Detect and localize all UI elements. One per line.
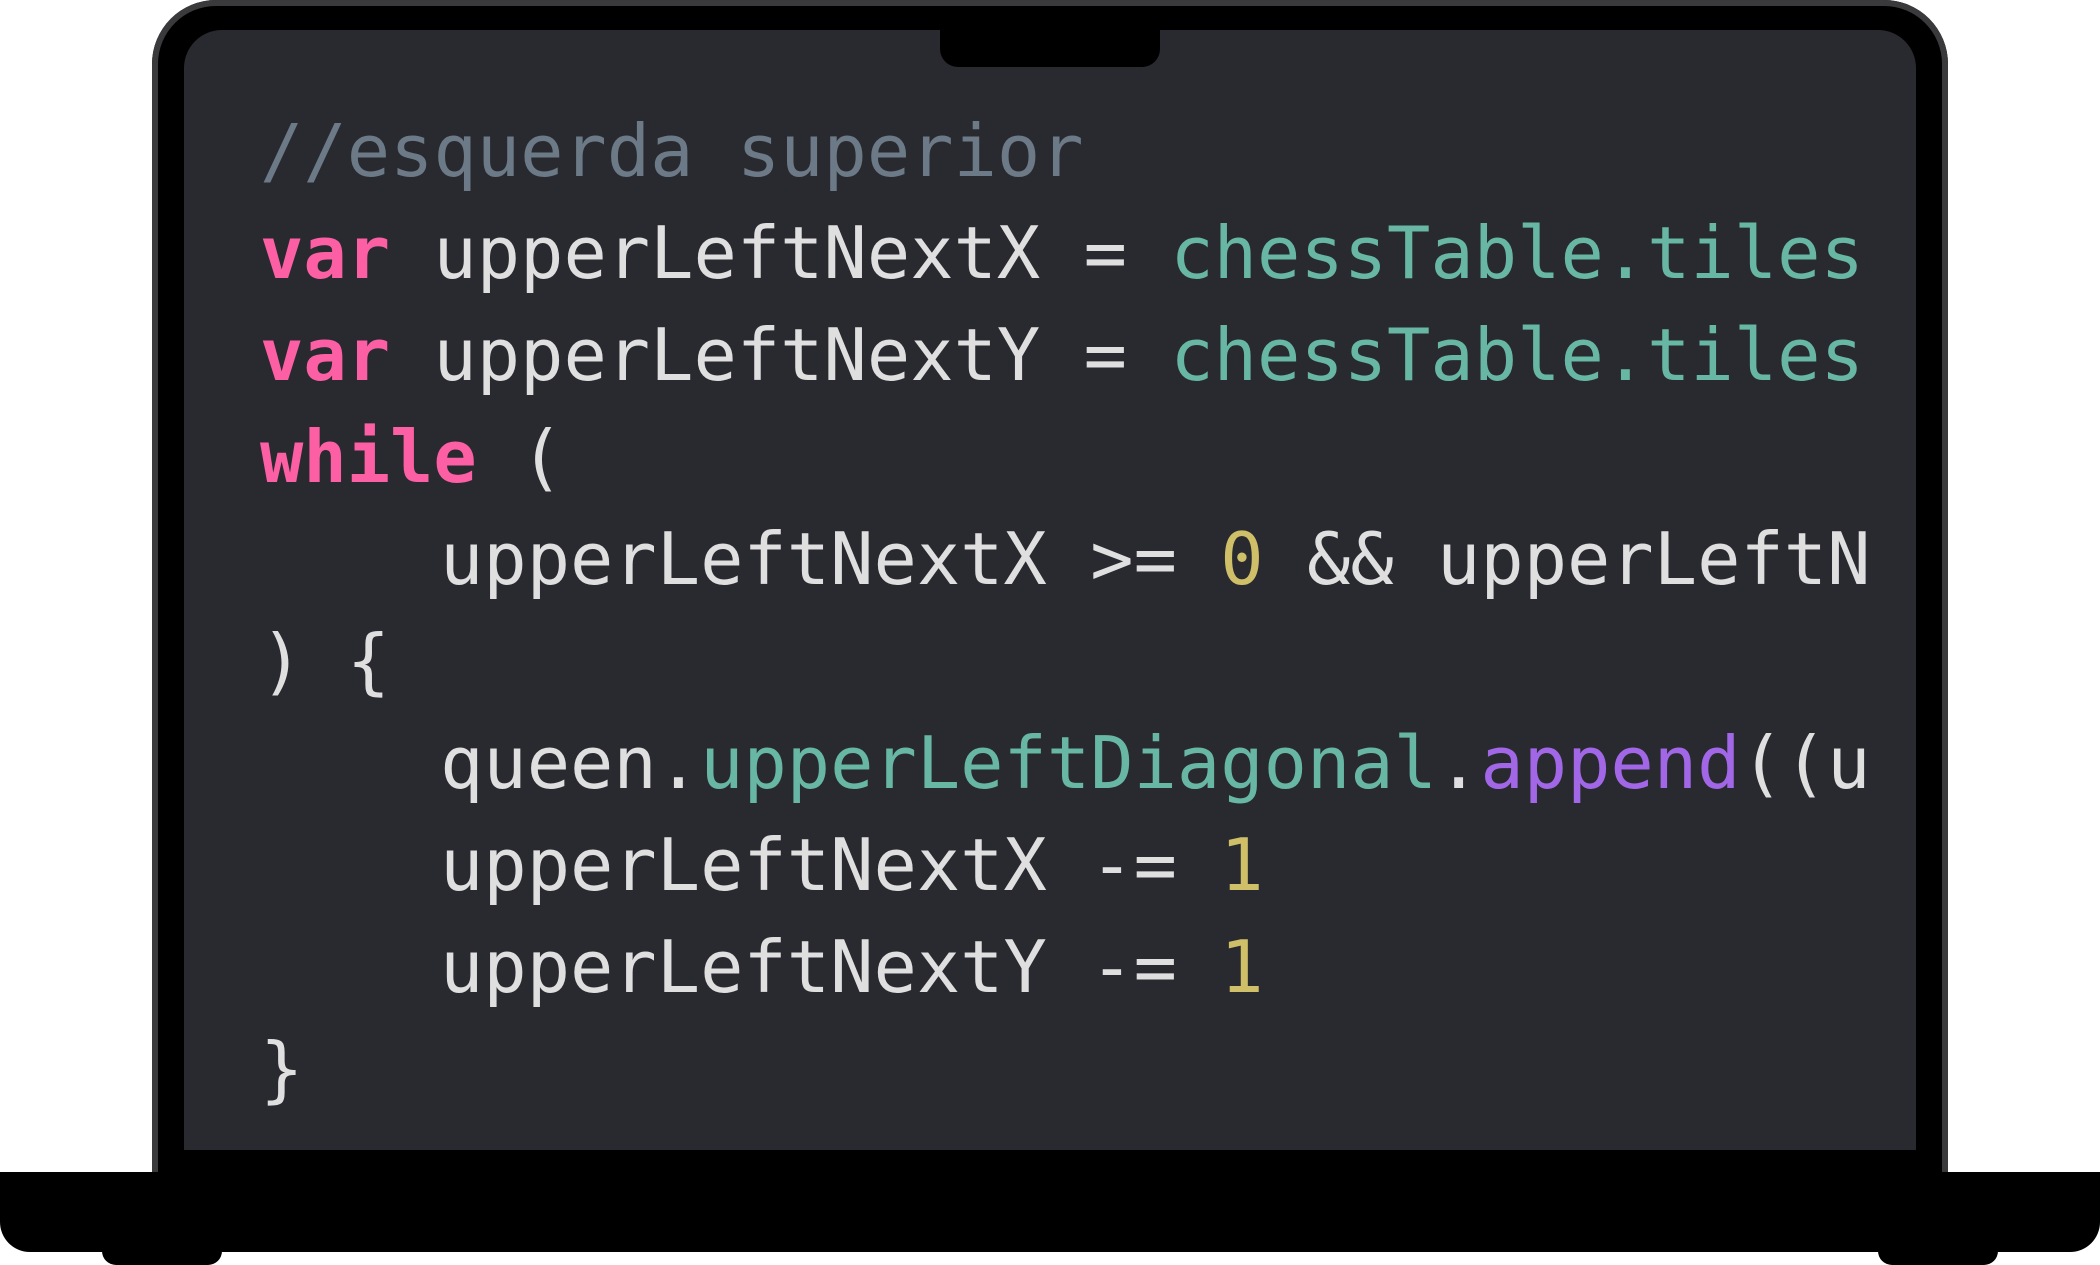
code-line-10: } xyxy=(260,1018,1871,1120)
code-line-3: var upperLeftNextY = chessTable.tiles xyxy=(260,304,1871,406)
number-token: 1 xyxy=(1220,823,1264,907)
code-line-4: while ( xyxy=(260,406,1871,508)
code-editor[interactable]: //esquerda superior var upperLeftNextX = … xyxy=(260,100,1871,1120)
laptop-foot-left xyxy=(102,1240,222,1265)
code-line-5: upperLeftNextX >= 0 && upperLeftN xyxy=(260,508,1871,610)
punctuation-token: ((u xyxy=(1740,721,1871,805)
code-line-8: upperLeftNextX -= 1 xyxy=(260,814,1871,916)
laptop-mockup: //esquerda superior var upperLeftNextX = … xyxy=(0,0,2100,1265)
property-token: upperLeftDiagonal xyxy=(700,721,1438,805)
comment-token: //esquerda superior xyxy=(260,109,1084,193)
keyword-token: var xyxy=(260,313,391,397)
number-token: 1 xyxy=(1220,925,1264,1009)
laptop-base xyxy=(0,1172,2100,1252)
expression-token: chessTable.tiles xyxy=(1170,313,1864,397)
identifier-token: queen. xyxy=(440,721,701,805)
code-line-2: var upperLeftNextX = chessTable.tiles xyxy=(260,202,1871,304)
identifier-token: upperLeftNextX -= xyxy=(440,823,1221,907)
camera-notch xyxy=(940,30,1160,67)
identifier-token: upperLeftNextY -= xyxy=(440,925,1221,1009)
identifier-token: && upperLeftN xyxy=(1263,517,1871,601)
punctuation-token: ) { xyxy=(260,619,391,703)
code-line-9: upperLeftNextY -= 1 xyxy=(260,916,1871,1018)
code-line-6: ) { xyxy=(260,610,1871,712)
keyword-token: while xyxy=(260,415,477,499)
laptop-screen: //esquerda superior var upperLeftNextX = … xyxy=(184,30,1916,1150)
keyword-token: var xyxy=(260,211,391,295)
expression-token: chessTable.tiles xyxy=(1170,211,1864,295)
punctuation-token: ( xyxy=(476,415,564,499)
number-token: 0 xyxy=(1220,517,1264,601)
code-line-7: queen.upperLeftDiagonal.append((u xyxy=(260,712,1871,814)
code-line-1: //esquerda superior xyxy=(260,100,1871,202)
method-token: append xyxy=(1480,721,1741,805)
punctuation-token: . xyxy=(1437,721,1481,805)
identifier-token: upperLeftNextY = xyxy=(390,313,1171,397)
identifier-token: upperLeftNextX = xyxy=(390,211,1171,295)
laptop-foot-right xyxy=(1878,1240,1998,1265)
punctuation-token: } xyxy=(260,1027,304,1111)
identifier-token: upperLeftNextX >= xyxy=(440,517,1221,601)
